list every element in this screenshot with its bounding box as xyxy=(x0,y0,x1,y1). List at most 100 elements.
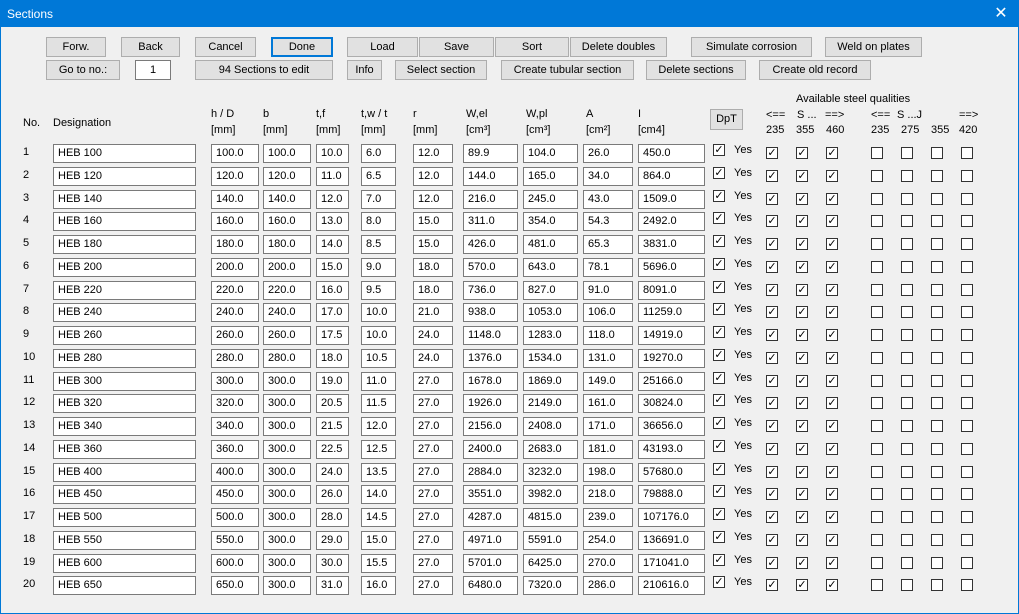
steel-quality-checkbox[interactable] xyxy=(931,579,943,592)
i-field[interactable]: 30824.0 xyxy=(638,394,705,414)
steel-quality-checkbox[interactable]: ✓ xyxy=(766,374,778,387)
wpl-field[interactable]: 3232.0 xyxy=(523,462,578,482)
tw-field[interactable]: 8.5 xyxy=(361,235,396,254)
steel-quality-checkbox[interactable] xyxy=(901,283,913,296)
steel-quality-checkbox[interactable]: ✓ xyxy=(796,556,808,569)
a-field[interactable]: 54.3 xyxy=(583,212,633,232)
tf-field[interactable]: 17.5 xyxy=(316,326,349,345)
wpl-field[interactable]: 481.0 xyxy=(523,235,578,254)
wel-field[interactable]: 3551.0 xyxy=(463,485,518,505)
i-field[interactable]: 8091.0 xyxy=(638,280,705,300)
wel-field[interactable]: 938.0 xyxy=(463,303,518,323)
tf-field[interactable]: 15.0 xyxy=(316,257,349,277)
create-tubular-section-button[interactable]: Create tubular section xyxy=(501,60,634,80)
tf-field[interactable]: 28.0 xyxy=(316,508,349,527)
wel-field[interactable]: 570.0 xyxy=(463,257,518,277)
steel-quality-checkbox[interactable] xyxy=(871,533,883,546)
wpl-field[interactable]: 354.0 xyxy=(523,212,578,232)
steel-quality-checkbox[interactable] xyxy=(961,511,973,523)
steel-quality-checkbox[interactable] xyxy=(931,192,943,205)
r-field[interactable]: 27.0 xyxy=(413,417,453,436)
tf-field[interactable]: 14.0 xyxy=(316,235,349,254)
tw-field[interactable]: 6.5 xyxy=(361,166,396,186)
a-field[interactable]: 118.0 xyxy=(583,326,633,345)
i-field[interactable]: 5696.0 xyxy=(638,257,705,277)
a-field[interactable]: 286.0 xyxy=(583,576,633,596)
steel-quality-checkbox[interactable] xyxy=(901,374,913,387)
steel-quality-checkbox[interactable]: ✓ xyxy=(796,420,808,432)
sections-to-edit-button[interactable]: 94 Sections to edit xyxy=(195,60,333,80)
tf-field[interactable]: 24.0 xyxy=(316,462,349,482)
i-field[interactable]: 136691.0 xyxy=(638,530,705,550)
tw-field[interactable]: 15.0 xyxy=(361,530,396,550)
sort-button[interactable]: Sort xyxy=(495,37,569,57)
steel-quality-checkbox[interactable] xyxy=(871,169,883,182)
steel-quality-checkbox[interactable] xyxy=(961,283,973,296)
designation-field[interactable]: HEB 400 xyxy=(53,462,196,482)
steel-quality-checkbox[interactable]: ✓ xyxy=(796,351,808,364)
steel-quality-checkbox[interactable]: ✓ xyxy=(826,420,838,432)
wel-field[interactable]: 216.0 xyxy=(463,189,518,209)
steel-quality-checkbox[interactable] xyxy=(931,465,943,478)
info-button[interactable]: Info xyxy=(347,60,382,80)
h-field[interactable]: 650.0 xyxy=(211,576,259,596)
designation-field[interactable]: HEB 160 xyxy=(53,212,196,232)
tf-field[interactable]: 20.5 xyxy=(316,394,349,414)
steel-quality-checkbox[interactable] xyxy=(871,147,883,159)
designation-field[interactable]: HEB 550 xyxy=(53,530,196,550)
wpl-field[interactable]: 827.0 xyxy=(523,280,578,300)
wel-field[interactable]: 2400.0 xyxy=(463,439,518,459)
steel-quality-checkbox[interactable] xyxy=(901,238,913,250)
steel-quality-checkbox[interactable]: ✓ xyxy=(796,397,808,410)
steel-quality-checkbox[interactable] xyxy=(961,442,973,455)
designation-field[interactable]: HEB 340 xyxy=(53,417,196,436)
steel-quality-checkbox[interactable] xyxy=(961,351,973,364)
steel-quality-checkbox[interactable]: ✓ xyxy=(826,260,838,273)
b-field[interactable]: 260.0 xyxy=(263,326,311,345)
h-field[interactable]: 240.0 xyxy=(211,303,259,323)
wel-field[interactable]: 1148.0 xyxy=(463,326,518,345)
wpl-field[interactable]: 165.0 xyxy=(523,166,578,186)
steel-quality-checkbox[interactable] xyxy=(871,260,883,273)
steel-quality-checkbox[interactable]: ✓ xyxy=(766,556,778,569)
select-section-button[interactable]: Select section xyxy=(395,60,487,80)
h-field[interactable]: 200.0 xyxy=(211,257,259,277)
steel-quality-checkbox[interactable]: ✓ xyxy=(826,283,838,296)
steel-quality-checkbox[interactable]: ✓ xyxy=(826,192,838,205)
steel-quality-checkbox[interactable] xyxy=(901,579,913,592)
steel-quality-checkbox[interactable]: ✓ xyxy=(826,511,838,523)
steel-quality-checkbox[interactable] xyxy=(961,420,973,432)
i-field[interactable]: 11259.0 xyxy=(638,303,705,323)
steel-quality-checkbox[interactable]: ✓ xyxy=(766,488,778,501)
header-group2-scroll-left[interactable]: <== xyxy=(871,109,890,122)
tw-field[interactable]: 10.5 xyxy=(361,348,396,368)
a-field[interactable]: 149.0 xyxy=(583,371,633,391)
steel-quality-checkbox[interactable] xyxy=(961,215,973,228)
steel-quality-checkbox[interactable]: ✓ xyxy=(766,465,778,478)
r-field[interactable]: 12.0 xyxy=(413,144,453,163)
h-field[interactable]: 260.0 xyxy=(211,326,259,345)
a-field[interactable]: 34.0 xyxy=(583,166,633,186)
steel-quality-checkbox[interactable]: ✓ xyxy=(766,442,778,455)
steel-quality-checkbox[interactable] xyxy=(931,215,943,228)
tf-field[interactable]: 19.0 xyxy=(316,371,349,391)
steel-quality-checkbox[interactable] xyxy=(901,351,913,364)
steel-quality-checkbox[interactable] xyxy=(901,465,913,478)
wpl-field[interactable]: 7320.0 xyxy=(523,576,578,596)
wel-field[interactable]: 1678.0 xyxy=(463,371,518,391)
tw-field[interactable]: 6.0 xyxy=(361,144,396,163)
i-field[interactable]: 57680.0 xyxy=(638,462,705,482)
back-button[interactable]: Back xyxy=(121,37,180,57)
steel-quality-checkbox[interactable]: ✓ xyxy=(796,283,808,296)
wpl-field[interactable]: 6425.0 xyxy=(523,553,578,573)
steel-quality-checkbox[interactable] xyxy=(901,147,913,159)
tf-field[interactable]: 13.0 xyxy=(316,212,349,232)
steel-quality-checkbox[interactable] xyxy=(901,306,913,319)
steel-quality-checkbox[interactable] xyxy=(931,329,943,341)
delete-doubles-button[interactable]: Delete doubles xyxy=(570,37,667,57)
tw-field[interactable]: 13.5 xyxy=(361,462,396,482)
designation-field[interactable]: HEB 600 xyxy=(53,553,196,573)
b-field[interactable]: 300.0 xyxy=(263,508,311,527)
steel-quality-checkbox[interactable] xyxy=(901,442,913,455)
h-field[interactable]: 180.0 xyxy=(211,235,259,254)
